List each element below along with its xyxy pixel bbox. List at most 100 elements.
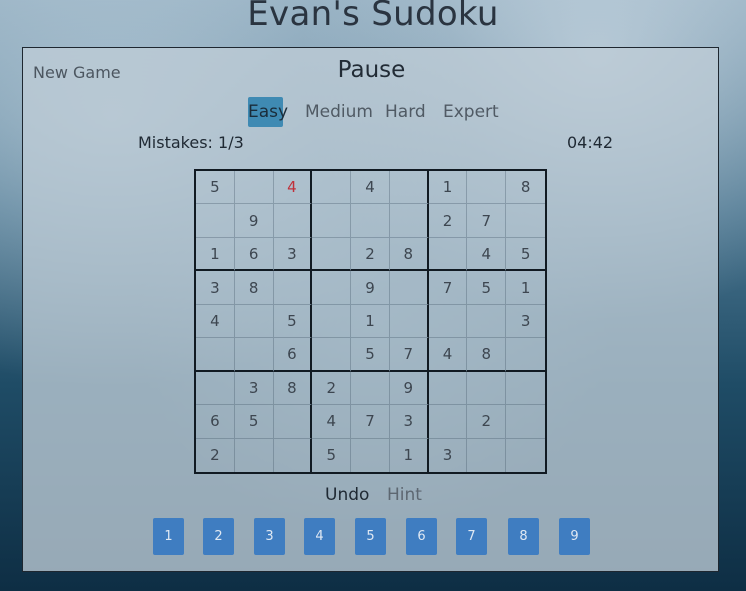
- sudoku-cell-r4c5[interactable]: 9: [351, 271, 390, 305]
- sudoku-cell-r3c7[interactable]: [428, 237, 468, 272]
- sudoku-cell-r4c7[interactable]: 7: [428, 271, 468, 305]
- sudoku-cell-r2c8[interactable]: 7: [467, 204, 507, 238]
- sudoku-cell-r3c1[interactable]: 1: [196, 237, 235, 272]
- sudoku-cell-r5c4[interactable]: [312, 304, 352, 339]
- sudoku-cell-r6c6[interactable]: 7: [389, 338, 429, 372]
- sudoku-cell-r2c6[interactable]: [389, 204, 429, 238]
- sudoku-cell-r5c2[interactable]: [234, 304, 274, 339]
- sudoku-cell-r9c9[interactable]: [506, 439, 545, 472]
- sudoku-cell-r8c9[interactable]: [506, 405, 545, 439]
- difficulty-hard[interactable]: Hard: [385, 97, 426, 127]
- sudoku-cell-r4c9[interactable]: 1: [506, 271, 545, 305]
- sudoku-cell-r7c4[interactable]: 2: [312, 371, 352, 406]
- sudoku-cell-r8c6[interactable]: 3: [389, 405, 429, 439]
- sudoku-cell-r7c9[interactable]: [506, 372, 545, 406]
- pause-button[interactable]: Pause: [23, 57, 720, 83]
- sudoku-cell-r4c4[interactable]: [312, 271, 352, 305]
- sudoku-cell-r7c7[interactable]: [428, 371, 468, 406]
- undo-button[interactable]: Undo: [325, 485, 369, 505]
- sudoku-cell-r5c9[interactable]: 3: [506, 305, 545, 339]
- sudoku-cell-r7c3[interactable]: 8: [273, 371, 313, 406]
- sudoku-cell-r7c1[interactable]: [196, 371, 235, 406]
- sudoku-cell-r3c2[interactable]: 6: [234, 237, 274, 272]
- sudoku-cell-r1c5[interactable]: 4: [351, 171, 390, 205]
- sudoku-cell-r2c2[interactable]: 9: [234, 204, 274, 238]
- sudoku-cell-r3c9[interactable]: 5: [506, 238, 545, 272]
- numpad-button-4[interactable]: 4: [304, 518, 335, 555]
- numpad-button-6[interactable]: 6: [406, 518, 437, 555]
- sudoku-cell-r9c1[interactable]: 2: [196, 438, 235, 472]
- sudoku-cell-r9c3[interactable]: [274, 438, 313, 472]
- sudoku-cell-r9c4[interactable]: 5: [312, 438, 352, 472]
- sudoku-cell-r3c3[interactable]: 3: [273, 237, 313, 272]
- sudoku-cell-r7c5[interactable]: [351, 371, 390, 406]
- sudoku-cell-r3c8[interactable]: 4: [467, 237, 507, 272]
- sudoku-cell-r3c6[interactable]: 8: [389, 237, 429, 272]
- sudoku-cell-r2c7[interactable]: 2: [428, 204, 468, 238]
- sudoku-cell-r3c4[interactable]: [312, 237, 352, 272]
- numpad-button-5[interactable]: 5: [355, 518, 386, 555]
- sudoku-cell-r7c2[interactable]: 3: [234, 371, 274, 406]
- sudoku-cell-r6c7[interactable]: 4: [428, 338, 468, 372]
- sudoku-cell-r9c2[interactable]: [235, 438, 274, 472]
- numpad-button-8[interactable]: 8: [508, 518, 539, 555]
- difficulty-expert[interactable]: Expert: [443, 97, 499, 127]
- hint-button[interactable]: Hint: [387, 485, 422, 505]
- sudoku-cell-r5c5[interactable]: 1: [351, 304, 390, 339]
- sudoku-cell-r8c3[interactable]: [273, 405, 313, 439]
- sudoku-cell-r2c4[interactable]: [312, 204, 352, 238]
- sudoku-cell-r9c5[interactable]: [351, 438, 390, 472]
- numpad-button-3[interactable]: 3: [254, 518, 285, 555]
- sudoku-cell-r5c8[interactable]: [467, 304, 507, 339]
- sudoku-board: 5441892716328453897514513657483829654732…: [194, 169, 547, 474]
- numpad-button-1[interactable]: 1: [153, 518, 184, 555]
- sudoku-cell-r6c8[interactable]: 8: [467, 338, 507, 372]
- sudoku-cell-r8c8[interactable]: 2: [467, 405, 507, 439]
- sudoku-cell-r5c3[interactable]: 5: [273, 304, 313, 339]
- sudoku-cell-r2c9[interactable]: [506, 204, 545, 238]
- sudoku-cell-r8c2[interactable]: 5: [234, 405, 274, 439]
- sudoku-cell-r2c3[interactable]: [273, 204, 313, 238]
- action-bar: Undo Hint: [23, 485, 720, 509]
- sudoku-cell-r8c7[interactable]: [428, 405, 468, 439]
- sudoku-cell-r6c9[interactable]: [506, 338, 545, 372]
- sudoku-cell-r5c7[interactable]: [428, 304, 468, 339]
- difficulty-medium[interactable]: Medium: [305, 97, 373, 127]
- sudoku-cell-r1c3[interactable]: 4: [273, 171, 313, 205]
- difficulty-easy[interactable]: Easy: [248, 97, 288, 127]
- sudoku-cell-r6c1[interactable]: [196, 338, 235, 372]
- sudoku-cell-r4c8[interactable]: 5: [467, 271, 507, 305]
- sudoku-cell-r7c6[interactable]: 9: [389, 371, 429, 406]
- app-title: Evan's Sudoku: [247, 0, 499, 34]
- sudoku-cell-r8c1[interactable]: 6: [196, 405, 235, 439]
- sudoku-cell-r2c1[interactable]: [196, 204, 235, 238]
- sudoku-cell-r1c4[interactable]: [312, 171, 352, 205]
- sudoku-cell-r8c5[interactable]: 7: [351, 405, 390, 439]
- sudoku-cell-r3c5[interactable]: 2: [351, 237, 390, 272]
- sudoku-cell-r5c1[interactable]: 4: [196, 304, 235, 339]
- sudoku-cell-r6c2[interactable]: [234, 338, 274, 372]
- numpad-button-7[interactable]: 7: [456, 518, 487, 555]
- sudoku-cell-r9c6[interactable]: 1: [390, 438, 429, 472]
- sudoku-cell-r6c4[interactable]: [312, 338, 352, 372]
- sudoku-cell-r4c6[interactable]: [389, 271, 429, 305]
- sudoku-cell-r4c3[interactable]: [273, 271, 313, 305]
- sudoku-cell-r4c2[interactable]: 8: [234, 271, 274, 305]
- sudoku-cell-r5c6[interactable]: [389, 304, 429, 339]
- sudoku-cell-r1c1[interactable]: 5: [196, 171, 235, 205]
- sudoku-cell-r6c5[interactable]: 5: [351, 338, 390, 372]
- numpad-button-2[interactable]: 2: [203, 518, 234, 555]
- numpad-button-9[interactable]: 9: [559, 518, 590, 555]
- sudoku-cell-r1c2[interactable]: [234, 171, 274, 205]
- sudoku-cell-r4c1[interactable]: 3: [196, 271, 235, 305]
- sudoku-cell-r1c6[interactable]: [389, 171, 429, 205]
- sudoku-cell-r1c8[interactable]: [467, 171, 507, 205]
- sudoku-cell-r6c3[interactable]: 6: [273, 338, 313, 372]
- sudoku-cell-r9c7[interactable]: 3: [429, 438, 468, 472]
- sudoku-cell-r9c8[interactable]: [467, 438, 507, 472]
- sudoku-cell-r1c7[interactable]: 1: [428, 171, 468, 205]
- sudoku-cell-r1c9[interactable]: 8: [506, 171, 545, 205]
- sudoku-cell-r8c4[interactable]: 4: [312, 405, 352, 439]
- sudoku-cell-r7c8[interactable]: [467, 371, 507, 406]
- sudoku-cell-r2c5[interactable]: [351, 204, 390, 238]
